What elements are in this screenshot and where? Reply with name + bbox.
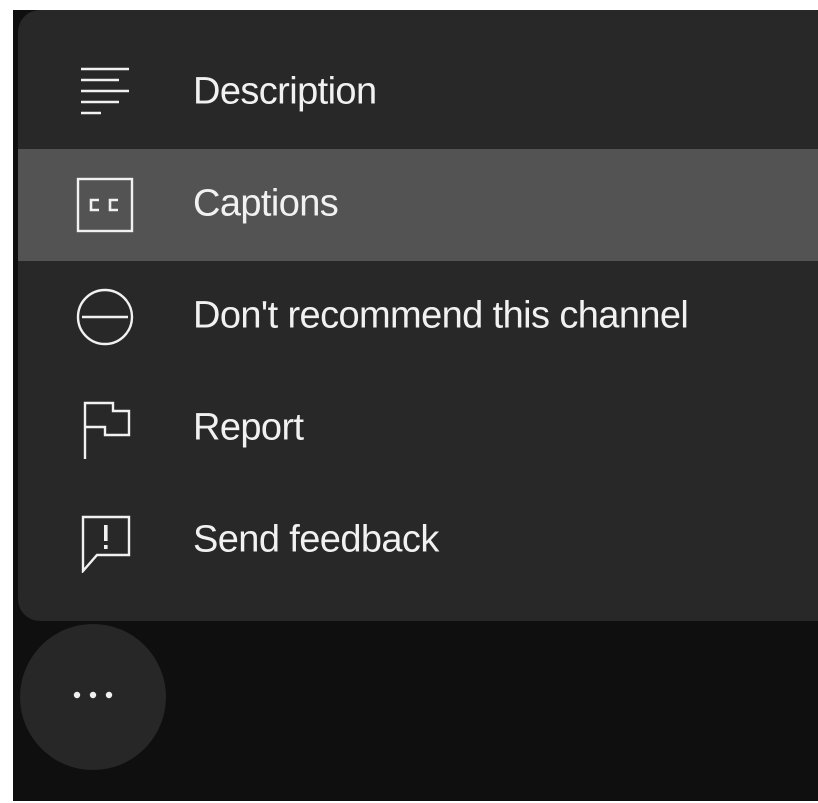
menu-item-label: Don't recommend this channel (193, 294, 689, 337)
menu-item-label: Send feedback (193, 518, 439, 561)
menu-item-label: Captions (193, 182, 339, 225)
description-icon (73, 61, 137, 125)
flag-icon (73, 397, 137, 461)
more-actions-menu: Description Captions Don't recommend thi… (18, 10, 818, 621)
more-horizontal-icon (68, 688, 118, 707)
menu-item-description[interactable]: Description (18, 37, 818, 149)
feedback-icon (73, 509, 137, 573)
more-actions-button[interactable] (20, 624, 166, 770)
video-page-background: Description Captions Don't recommend thi… (13, 10, 818, 801)
block-icon (73, 285, 137, 349)
menu-item-captions[interactable]: Captions (18, 149, 818, 261)
menu-item-dont-recommend[interactable]: Don't recommend this channel (18, 261, 818, 373)
menu-item-label: Report (193, 406, 304, 449)
menu-item-send-feedback[interactable]: Send feedback (18, 485, 818, 597)
menu-item-label: Description (193, 70, 377, 113)
menu-item-report[interactable]: Report (18, 373, 818, 485)
captions-icon (73, 173, 137, 237)
